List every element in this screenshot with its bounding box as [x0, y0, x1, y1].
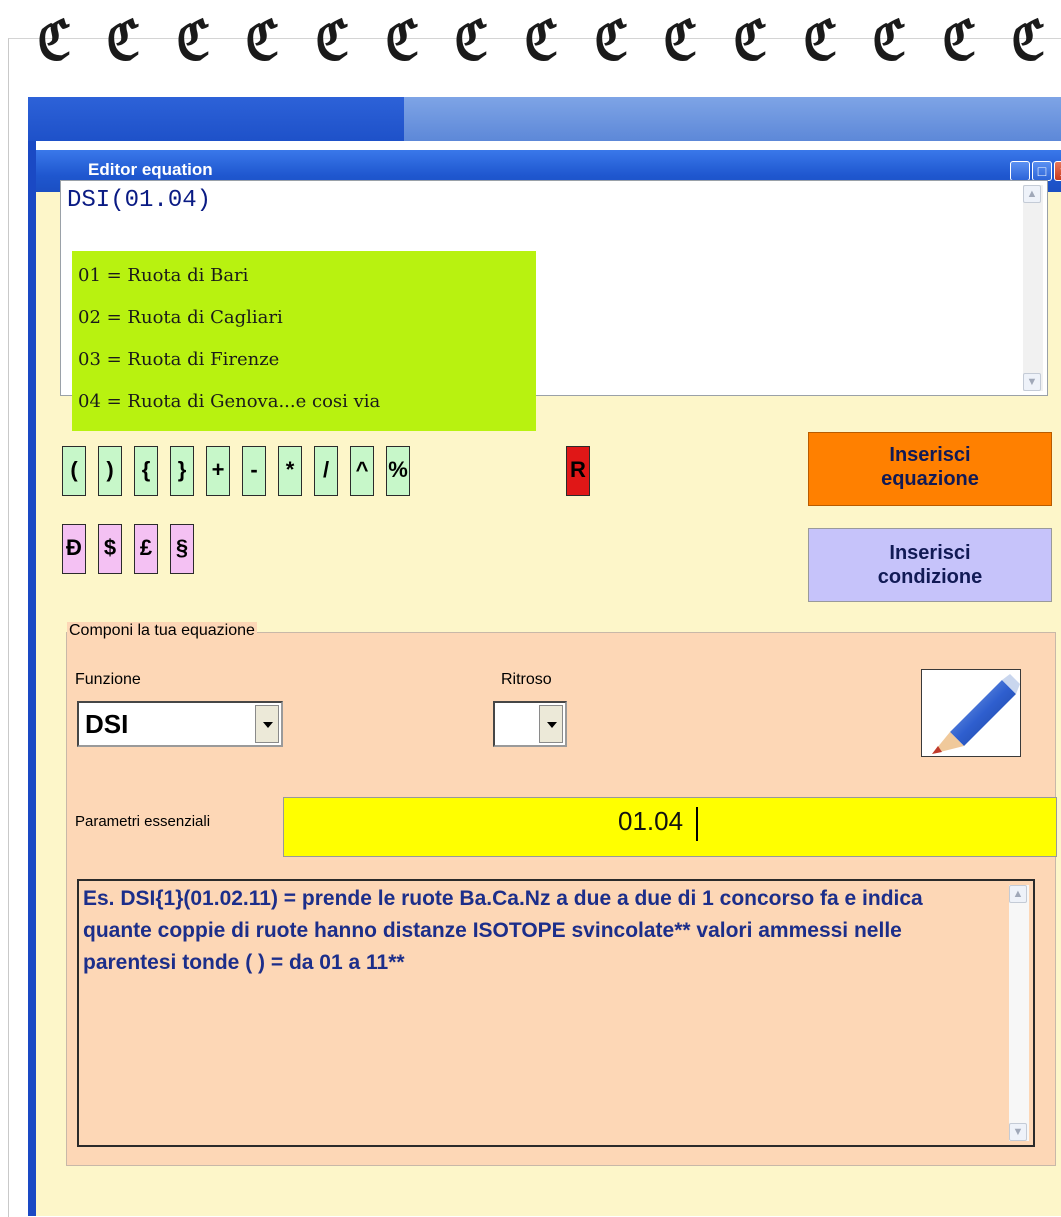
- background-window-frame: [28, 141, 36, 1216]
- group-label: Componi la tua equazione: [67, 622, 257, 640]
- close-icon: x: [1055, 162, 1061, 180]
- function-select[interactable]: DSI: [77, 701, 283, 747]
- operator-divide-button[interactable]: /: [314, 446, 338, 496]
- legend-item: 04 = Ruota di Genova...e cosi via: [78, 391, 381, 412]
- maximize-icon: □: [1037, 163, 1047, 179]
- legend-item: 03 = Ruota di Firenze: [78, 349, 280, 370]
- insert-condition-label-2: condizione: [877, 566, 983, 588]
- backward-label: Ritroso: [501, 671, 552, 688]
- description-textarea[interactable]: Es. DSI{1}(01.02.11) = prende le ruote B…: [77, 879, 1035, 1147]
- params-value: 01.04: [618, 806, 684, 836]
- scroll-up-icon[interactable]: ▲: [1023, 185, 1041, 203]
- insert-equation-label-1: Inserisci: [889, 444, 971, 466]
- close-button[interactable]: x: [1054, 161, 1061, 181]
- legend-item: 01 = Ruota di Bari: [78, 265, 249, 286]
- operator-minus-button[interactable]: -: [242, 446, 266, 496]
- params-label: Parametri essenziali: [75, 813, 211, 830]
- window-title: Editor equation: [88, 160, 213, 179]
- operator-r-button[interactable]: R: [566, 446, 590, 496]
- function-value: DSI: [85, 709, 129, 739]
- backward-select[interactable]: [493, 701, 567, 747]
- minimize-button[interactable]: _: [1010, 161, 1030, 182]
- symbol-section-button[interactable]: §: [170, 524, 194, 574]
- spiral-binding-icon: ℭ ℭ ℭ ℭ ℭ ℭ ℭ ℭ ℭ ℭ ℭ ℭ ℭ ℭ ℭ: [37, 8, 1046, 72]
- maximize-button[interactable]: □: [1032, 161, 1052, 181]
- insert-condition-label-1: Inserisci: [889, 542, 971, 564]
- operator-open-paren-button[interactable]: (: [62, 446, 86, 496]
- scroll-up-icon[interactable]: ▲: [1009, 885, 1027, 903]
- insert-condition-button[interactable]: Inserisci condizione: [808, 528, 1052, 602]
- description-scrollbar[interactable]: ▲ ▼: [1009, 885, 1029, 1141]
- operator-close-paren-button[interactable]: ): [98, 446, 122, 496]
- editor-equation-window: Editor equation _ □ x DSI(01.04) ▲ ▼ 01 …: [36, 150, 1061, 1216]
- operator-percent-button[interactable]: %: [386, 446, 410, 496]
- background-window-titlebar: [28, 97, 1061, 141]
- description-text: Es. DSI{1}(01.02.11) = prende le ruote B…: [83, 887, 923, 974]
- symbol-eth-button[interactable]: Đ: [62, 524, 86, 574]
- operator-multiply-button[interactable]: *: [278, 446, 302, 496]
- scroll-down-icon[interactable]: ▼: [1023, 373, 1041, 391]
- function-label: Funzione: [75, 671, 141, 688]
- scroll-down-icon[interactable]: ▼: [1009, 1123, 1027, 1141]
- params-input[interactable]: 01.04: [283, 797, 1057, 857]
- operator-power-button[interactable]: ^: [350, 446, 374, 496]
- equation-text: DSI(01.04): [67, 187, 212, 214]
- chevron-down-icon[interactable]: [255, 705, 279, 743]
- symbol-dollar-button[interactable]: $: [98, 524, 122, 574]
- pencil-icon[interactable]: [921, 669, 1021, 757]
- chevron-down-icon[interactable]: [539, 705, 563, 743]
- symbol-pound-button[interactable]: £: [134, 524, 158, 574]
- legend-item: 02 = Ruota di Cagliari: [78, 307, 283, 328]
- wheel-legend: 01 = Ruota di Bari 02 = Ruota di Cagliar…: [72, 251, 536, 431]
- compose-equation-group: Componi la tua equazione Funzione DSI Ri…: [66, 622, 1057, 1166]
- operator-plus-button[interactable]: +: [206, 446, 230, 496]
- minimize-icon: _: [1016, 168, 1024, 182]
- editor-scrollbar[interactable]: ▲ ▼: [1023, 185, 1043, 391]
- insert-equation-label-2: equazione: [881, 468, 979, 490]
- operator-open-brace-button[interactable]: {: [134, 446, 158, 496]
- insert-equation-button[interactable]: Inserisci equazione: [808, 432, 1052, 506]
- operator-close-brace-button[interactable]: }: [170, 446, 194, 496]
- text-caret: [696, 807, 698, 841]
